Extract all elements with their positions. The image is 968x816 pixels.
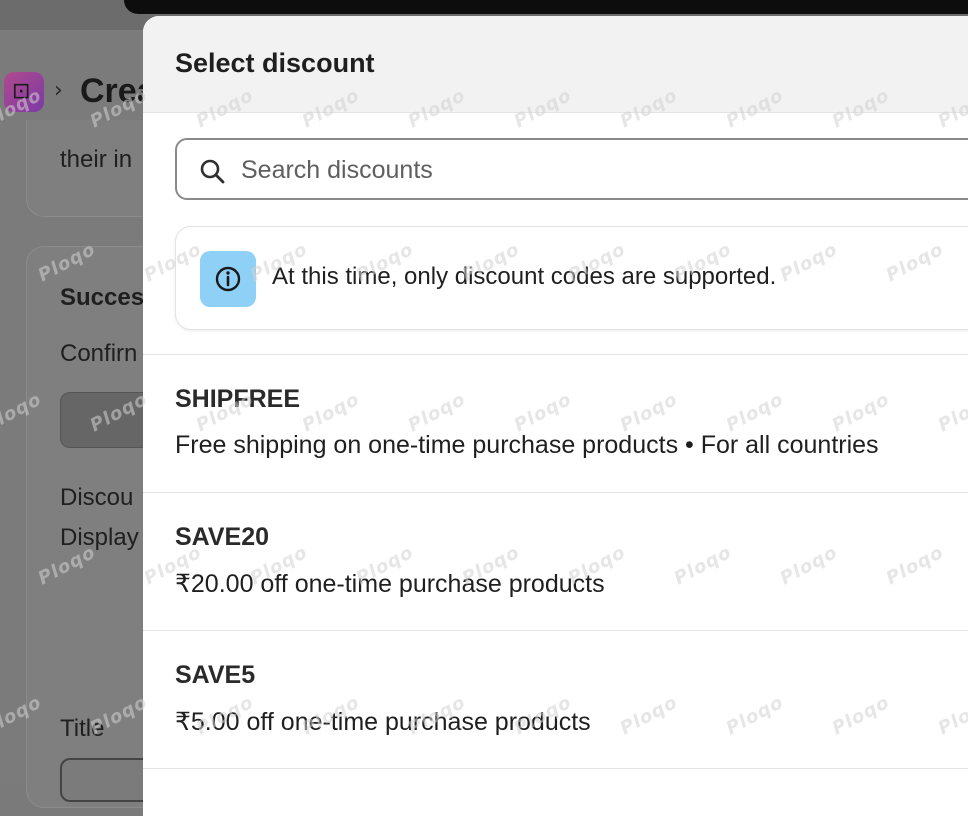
background-section-text: Confirn [60, 340, 138, 367]
discount-code: SAVE5 [175, 661, 256, 689]
discount-code: SHIPFREE [175, 385, 301, 413]
discount-description: Free shipping on one-time purchase produ… [175, 431, 879, 459]
info-icon-badge [200, 251, 256, 307]
search-input[interactable]: Search discounts [175, 138, 968, 200]
background-display-label: Display [60, 524, 139, 551]
modal-header: Select discount [143, 16, 968, 113]
search-icon [200, 159, 225, 184]
discount-item-save5[interactable]: SAVE5 ₹5.00 off one-time purchase produc… [143, 631, 968, 768]
background-card-text: their in [60, 146, 133, 173]
background-discount-label: Discou [60, 484, 134, 511]
info-banner-text: At this time, only discount codes are su… [272, 263, 777, 290]
info-banner: At this time, only discount codes are su… [175, 226, 968, 330]
discount-item-save20[interactable]: SAVE20 ₹20.00 off one-time purchase prod… [143, 493, 968, 630]
modal-title: Select discount [175, 48, 375, 78]
discount-code: SAVE20 [175, 523, 270, 551]
background-section-heading: Succes [60, 284, 145, 311]
app-icon: ⊡ [4, 72, 44, 112]
app-glyph-icon: ⊡ [12, 79, 31, 104]
discount-description: ₹5.00 off one-time purchase products [175, 708, 591, 736]
background-title-label: Title [60, 715, 105, 742]
chevron-right-icon: › [54, 78, 63, 103]
discount-description: ₹20.00 off one-time purchase products [175, 570, 605, 598]
select-discount-modal: Select discount Search discounts At this… [143, 16, 968, 816]
info-icon [215, 266, 241, 292]
window-chrome [124, 0, 968, 14]
discount-item-shipfree[interactable]: SHIPFREE Free shipping on one-time purch… [143, 355, 968, 492]
search-placeholder: Search discounts [241, 156, 433, 184]
divider [143, 768, 968, 769]
